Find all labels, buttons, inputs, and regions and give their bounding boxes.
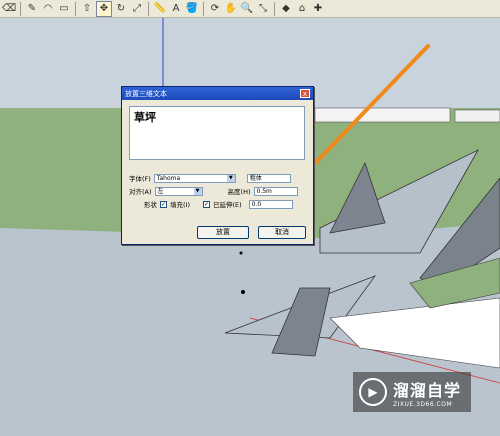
warehouse-icon[interactable]: ⌂: [295, 2, 309, 16]
pencil-icon[interactable]: ✎: [25, 2, 39, 16]
height-label: 高度(H): [227, 188, 251, 196]
move-icon[interactable]: ✥: [96, 0, 112, 17]
extension-icon[interactable]: ✚: [311, 2, 325, 16]
close-button[interactable]: x: [300, 89, 310, 98]
paint-icon[interactable]: 🪣: [185, 2, 199, 16]
eraser-icon[interactable]: ⌫: [2, 2, 16, 16]
scale-icon[interactable]: ⤢: [130, 2, 144, 16]
toolbar-separator: [75, 1, 76, 16]
orbit-icon[interactable]: ⟳: [208, 2, 222, 16]
height-value: 0.5m: [256, 187, 272, 195]
dialog-titlebar: 放置三维文本: [122, 87, 313, 100]
cancel-button[interactable]: 取消: [258, 226, 306, 239]
distant-building: [314, 107, 451, 123]
watermark: ▶ 溜溜自学 ZIXUE.3D66.COM: [353, 372, 471, 412]
align-select[interactable]: 左 ▼: [154, 186, 203, 196]
font-select[interactable]: Tahoma ▼: [153, 173, 236, 183]
fill-checkbox[interactable]: ✓: [160, 200, 167, 208]
font-row: 字体(F) Tahoma ▼ 粗体: [129, 173, 291, 183]
toolbar-separator: [148, 1, 149, 16]
chevron-down-icon: ▼: [226, 174, 235, 182]
watermark-text: 溜溜自学 ZIXUE.3D66.COM: [393, 377, 461, 408]
tape-icon[interactable]: 📏: [153, 2, 167, 16]
shape-row: 形状 ✓ 填充(I) ✓ 已延伸(E) 0.0: [144, 199, 293, 209]
distant-building-2: [454, 109, 500, 123]
main-toolbar: ⌫ ✎ ◠ ▭ ⇧ ✥ ↻ ⤢ 📏 A 🪣 ⟳ ✋ 🔍 ⤡ ◆ ⌂ ✚: [0, 0, 500, 18]
cursor-dot-2: [241, 290, 245, 294]
shape-label: 形状: [144, 201, 157, 209]
toolbar-separator: [274, 1, 275, 16]
cursor-dot: [239, 251, 243, 255]
arc-icon[interactable]: ◠: [41, 2, 55, 16]
watermark-url: ZIXUE.3D66.COM: [393, 400, 453, 408]
font-value: Tahoma: [156, 174, 181, 182]
extruded-checkbox[interactable]: ✓: [203, 200, 210, 208]
toolbar-separator: [20, 1, 21, 16]
pushpull-icon[interactable]: ⇧: [80, 2, 94, 16]
play-logo-icon: ▶: [359, 378, 387, 406]
text-input[interactable]: 草坪: [129, 106, 305, 160]
font-label: 字体(F): [129, 175, 151, 183]
align-label: 对齐(A): [129, 188, 152, 196]
zoomext-icon[interactable]: ⤡: [256, 2, 270, 16]
align-value: 左: [157, 187, 164, 195]
extrude-field[interactable]: 0.0: [248, 199, 293, 209]
height-field[interactable]: 0.5m: [253, 186, 298, 196]
extruded-label: 已延伸(E): [213, 201, 242, 209]
place-button[interactable]: 放置: [197, 226, 249, 239]
ruby-icon[interactable]: ◆: [279, 2, 293, 16]
chevron-down-icon: ▼: [193, 187, 202, 195]
rectangle-icon[interactable]: ▭: [57, 2, 71, 16]
watermark-brand: 溜溜自学: [393, 380, 462, 400]
weight-value: 粗体: [249, 174, 262, 182]
text3d-icon[interactable]: A: [169, 2, 183, 16]
weight-select[interactable]: 粗体: [246, 173, 291, 183]
align-row: 对齐(A) 左 ▼ 高度(H) 0.5m: [129, 186, 298, 196]
toolbar-separator: [203, 1, 204, 16]
dialog-title: 放置三维文本: [125, 89, 167, 98]
rotate-icon[interactable]: ↻: [114, 2, 128, 16]
pan-icon[interactable]: ✋: [224, 2, 238, 16]
extrude-value: 0.0: [251, 200, 262, 208]
zoom-icon[interactable]: 🔍: [240, 2, 254, 16]
place-3d-text-dialog: 放置三维文本 x 草坪 字体(F) Tahoma ▼ 粗体 对齐(A) 左 ▼ …: [121, 86, 314, 245]
fill-label: 填充(I): [170, 201, 190, 209]
